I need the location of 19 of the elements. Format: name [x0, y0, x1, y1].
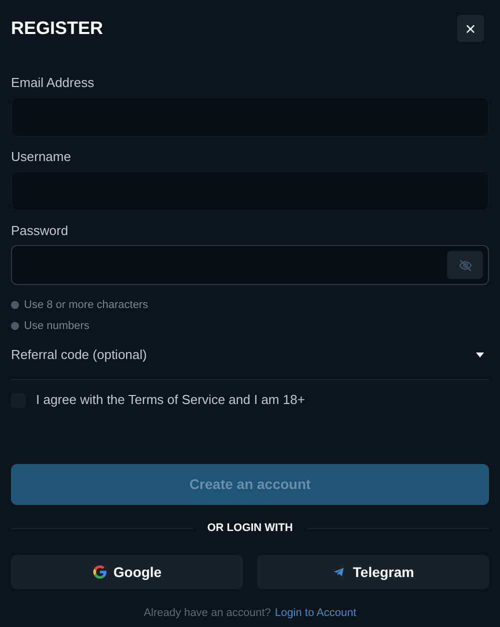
- visibility-toggle[interactable]: [447, 251, 483, 279]
- divider-label: OR LOGIN WITH: [207, 520, 293, 536]
- login-link[interactable]: Login to Account: [274, 604, 356, 622]
- google-button[interactable]: Google: [11, 555, 243, 589]
- password-field[interactable]: [11, 245, 489, 285]
- dialog-title: REGISTER: [11, 17, 104, 40]
- telegram-button[interactable]: Telegram: [257, 555, 489, 589]
- paper-plane-icon: [332, 565, 346, 579]
- field-label: Password: [11, 222, 70, 240]
- close-button[interactable]: ×: [457, 15, 484, 42]
- field-label: Email Address: [11, 74, 96, 92]
- google-logo-icon: [92, 564, 108, 580]
- footer-text: Already have an account?: [144, 606, 271, 621]
- requirement-text: Use 8 or more characters: [24, 298, 148, 313]
- requirement-text: Use numbers: [24, 318, 90, 334]
- referral-toggle[interactable]: Referral code (optional): [11, 345, 489, 365]
- agreement-label: I agree with the Terms of Service and I am 18+: [36, 391, 305, 410]
- eye-slash-icon: [458, 258, 472, 272]
- field-label: Username: [11, 148, 72, 166]
